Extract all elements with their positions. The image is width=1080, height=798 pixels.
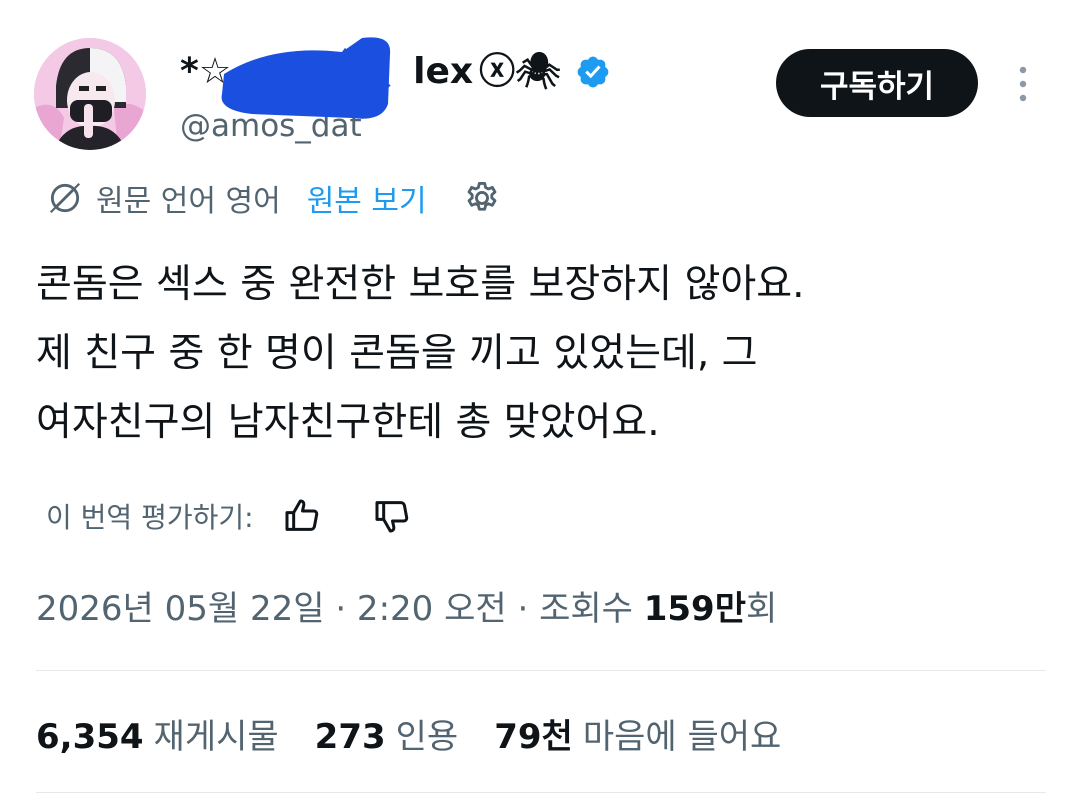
- tweet-text: 콘돔은 섹스 중 완전한 보호를 보장하지 않아요. 제 친구 중 한 명이 콘…: [36, 250, 1046, 457]
- rate-translation-label: 이 번역 평가하기:: [46, 501, 254, 534]
- quotes-stat[interactable]: 273 인용: [315, 714, 459, 760]
- tweet-line: 제 친구 중 한 명이 콘돔을 끼고 있었는데, 그: [36, 331, 758, 376]
- avatar[interactable]: [34, 38, 146, 150]
- more-icon[interactable]: [1010, 64, 1036, 104]
- translate-icon: [49, 182, 81, 214]
- view-count-suffix: 회: [746, 589, 778, 629]
- quotes-count: 273: [314, 717, 386, 757]
- reposts-stat[interactable]: 6,354 재게시물: [36, 714, 279, 760]
- rate-translation: 이 번역 평가하기:: [46, 494, 412, 538]
- divider: [36, 792, 1046, 793]
- quotes-label: 인용: [395, 717, 459, 757]
- verified-badge-icon: [577, 56, 609, 88]
- translation-bar: 원문 언어 영어 원본 보기: [46, 176, 501, 220]
- reposts-label: 재게시물: [153, 717, 279, 757]
- view-count: 159만: [643, 589, 746, 629]
- tweet-line: 여자친구의 남자친구한테 총 맞았어요.: [36, 400, 660, 445]
- divider: [36, 670, 1046, 671]
- likes-label: 마음에 들어요: [582, 717, 782, 757]
- reposts-count: 6,354: [36, 717, 144, 757]
- gear-icon[interactable]: [463, 179, 501, 217]
- display-name-emoji: ⓧ🕷: [479, 51, 561, 92]
- likes-count: 79천: [494, 717, 573, 757]
- subscribe-button[interactable]: 구독하기: [776, 49, 978, 117]
- show-original-link[interactable]: 원본 보기: [307, 176, 427, 220]
- tweet-datetime[interactable]: 2026년 05월 22일 · 2:20 오전 · 조회수: [36, 589, 644, 629]
- tweet-line: 콘돔은 섹스 중 완전한 보호를 보장하지 않아요.: [36, 262, 805, 307]
- thumbs-down-icon[interactable]: [372, 496, 412, 536]
- thumbs-up-icon[interactable]: [282, 496, 322, 536]
- likes-stat[interactable]: 79천 마음에 들어요: [494, 714, 781, 760]
- source-language-label: 원문 언어 영어: [96, 184, 281, 219]
- tweet-meta: 2026년 05월 22일 · 2:20 오전 · 조회수 159만회: [36, 586, 777, 632]
- tweet-stats: 6,354 재게시물 273 인용 79천 마음에 들어요: [36, 714, 781, 760]
- redaction-mark: [221, 37, 391, 119]
